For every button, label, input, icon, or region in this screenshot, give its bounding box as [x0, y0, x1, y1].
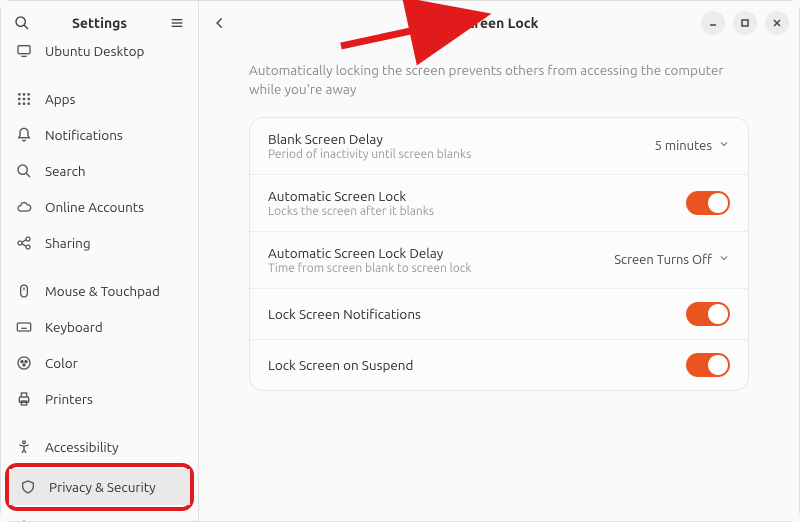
- sidebar-item-search[interactable]: Search: [1, 153, 198, 189]
- sidebar: Settings Ubuntu Desktop Apps Notificatio…: [1, 1, 199, 521]
- menu-icon[interactable]: [166, 12, 188, 34]
- main-header: Screen Lock: [199, 1, 799, 45]
- sidebar-item-label: Apps: [45, 91, 75, 107]
- share-icon: [15, 234, 33, 252]
- apps-icon: [15, 90, 33, 108]
- sidebar-item-printers[interactable]: Printers: [1, 381, 198, 417]
- row-lock-screen-notifications: Lock Screen Notifications: [250, 289, 748, 340]
- close-button[interactable]: [765, 11, 789, 35]
- row-blank-screen-delay[interactable]: Blank Screen Delay Period of inactivity …: [250, 118, 748, 175]
- sidebar-item-apps[interactable]: Apps: [1, 81, 198, 117]
- row-label: Automatic Screen Lock: [268, 188, 686, 204]
- sidebar-item-label: Keyboard: [45, 319, 103, 335]
- sidebar-nav: Ubuntu Desktop Apps Notifications Search…: [1, 45, 198, 521]
- sidebar-item-keyboard[interactable]: Keyboard: [1, 309, 198, 345]
- highlight-annotation: Privacy & Security: [5, 463, 194, 511]
- row-label: Lock Screen on Suspend: [268, 357, 686, 373]
- row-value-dropdown[interactable]: Screen Turns Off: [614, 252, 730, 267]
- back-button[interactable]: [209, 12, 231, 34]
- search-icon[interactable]: [11, 12, 33, 34]
- row-label: Automatic Screen Lock Delay: [268, 245, 614, 261]
- sidebar-item-privacy-security[interactable]: Privacy & Security: [9, 469, 190, 505]
- sidebar-item-label: Search: [45, 163, 86, 179]
- window-controls: [701, 11, 789, 35]
- chevron-down-icon: [718, 138, 730, 153]
- row-label: Lock Screen Notifications: [268, 306, 686, 322]
- sidebar-title: Settings: [33, 15, 166, 31]
- sidebar-item-label: System: [45, 519, 89, 521]
- row-label: Blank Screen Delay: [268, 131, 655, 147]
- sidebar-item-color[interactable]: Color: [1, 345, 198, 381]
- row-automatic-screen-lock-delay[interactable]: Automatic Screen Lock Delay Time from sc…: [250, 232, 748, 289]
- toggle-automatic-screen-lock[interactable]: [686, 191, 730, 215]
- mouse-icon: [15, 282, 33, 300]
- sidebar-item-label: Printers: [45, 391, 93, 407]
- toggle-lock-screen-on-suspend[interactable]: [686, 353, 730, 377]
- sidebar-item-mouse[interactable]: Mouse & Touchpad: [1, 273, 198, 309]
- sidebar-item-label: Accessibility: [45, 439, 119, 455]
- sidebar-item-notifications[interactable]: Notifications: [1, 117, 198, 153]
- settings-card: Blank Screen Delay Period of inactivity …: [249, 117, 749, 391]
- sidebar-item-label: Privacy & Security: [49, 479, 156, 495]
- sidebar-item-label: Online Accounts: [45, 199, 144, 215]
- row-sublabel: Period of inactivity until screen blanks: [268, 148, 655, 161]
- toggle-lock-screen-notifications[interactable]: [686, 302, 730, 326]
- main-panel: Screen Lock Automatically locking the sc…: [199, 1, 799, 521]
- sidebar-item-accessibility[interactable]: Accessibility: [1, 429, 198, 465]
- search-icon: [15, 162, 33, 180]
- sidebar-item-label: Sharing: [45, 235, 91, 251]
- sidebar-item-system[interactable]: System: [1, 509, 198, 521]
- keyboard-icon: [15, 318, 33, 336]
- bell-icon: [15, 126, 33, 144]
- sidebar-item-ubuntu-desktop[interactable]: Ubuntu Desktop: [1, 45, 198, 69]
- printer-icon: [15, 390, 33, 408]
- sidebar-item-label: Ubuntu Desktop: [45, 45, 144, 59]
- content: Automatically locking the screen prevent…: [199, 45, 799, 521]
- sidebar-item-label: Color: [45, 355, 78, 371]
- cloud-icon: [15, 198, 33, 216]
- system-icon: [15, 518, 33, 521]
- row-value-dropdown[interactable]: 5 minutes: [655, 138, 730, 153]
- accessibility-icon: [15, 438, 33, 456]
- displays-icon: [15, 45, 33, 60]
- chevron-down-icon: [718, 252, 730, 267]
- sidebar-item-label: Notifications: [45, 127, 123, 143]
- row-lock-screen-on-suspend: Lock Screen on Suspend: [250, 340, 748, 390]
- page-title: Screen Lock: [460, 15, 539, 31]
- color-icon: [15, 354, 33, 372]
- row-sublabel: Locks the screen after it blanks: [268, 205, 686, 218]
- minimize-button[interactable]: [701, 11, 725, 35]
- sidebar-header: Settings: [1, 1, 198, 45]
- sidebar-item-online-accounts[interactable]: Online Accounts: [1, 189, 198, 225]
- row-automatic-screen-lock: Automatic Screen Lock Locks the screen a…: [250, 175, 748, 232]
- maximize-button[interactable]: [733, 11, 757, 35]
- row-sublabel: Time from screen blank to screen lock: [268, 262, 614, 275]
- page-description: Automatically locking the screen prevent…: [249, 61, 749, 99]
- sidebar-item-label: Mouse & Touchpad: [45, 283, 160, 299]
- sidebar-item-sharing[interactable]: Sharing: [1, 225, 198, 261]
- shield-icon: [19, 478, 37, 496]
